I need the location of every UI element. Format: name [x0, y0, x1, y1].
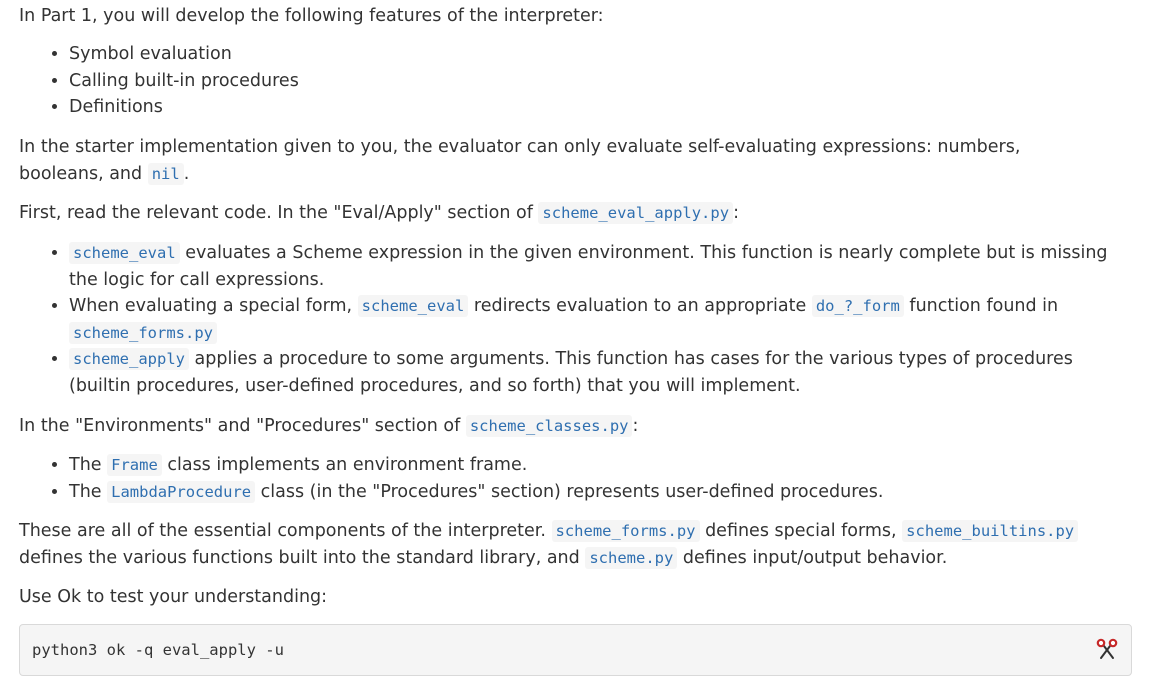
- ok-prompt: Use Ok to test your understanding:: [19, 587, 328, 607]
- list-item: Symbol evaluation: [69, 41, 1139, 68]
- code-frame: Frame: [107, 454, 162, 476]
- intro-paragraph: In Part 1, you will develop the followin…: [19, 6, 604, 26]
- code-scheme: scheme.py: [585, 546, 678, 569]
- code-scheme-classes: scheme_classes.py: [465, 415, 633, 437]
- features-list: Symbol evaluation Calling built-in proce…: [19, 41, 1139, 121]
- code-do-form: do_?_form: [811, 295, 904, 317]
- command-text[interactable]: python3 ok -q eval_apply -u: [32, 638, 284, 662]
- list-item: The LambdaProcedure class (in the "Proce…: [69, 479, 1139, 506]
- code-scheme-forms: scheme_forms.py: [69, 321, 217, 344]
- code-scheme-forms: scheme_forms.py: [551, 520, 700, 542]
- env-paragraph: In the "Environments" and "Procedures" s…: [19, 415, 639, 437]
- command-code-block: python3 ok -q eval_apply -u: [19, 624, 1132, 676]
- code-nil: nil: [147, 162, 184, 185]
- list-item: Definitions: [69, 94, 1139, 121]
- copy-button[interactable]: [1095, 638, 1119, 662]
- list-item: Calling built-in procedures: [69, 68, 1139, 95]
- code-scheme-eval: scheme_eval: [69, 242, 180, 264]
- list-item: scheme_apply applies a procedure to some…: [69, 346, 1139, 399]
- code-scheme-builtins: scheme_builtins.py: [902, 520, 1079, 542]
- starter-paragraph: In the starter implementation given to y…: [19, 137, 1021, 185]
- list-item: When evaluating a special form, scheme_e…: [69, 293, 1139, 346]
- document-page: In Part 1, you will develop the followin…: [0, 0, 1158, 689]
- code-scheme-eval-apply: scheme_eval_apply.py: [538, 202, 734, 224]
- eval-apply-list: scheme_eval evaluates a Scheme expressio…: [19, 240, 1139, 399]
- class-list: The Frame class implements an environmen…: [19, 452, 1139, 505]
- read-code-paragraph: First, read the relevant code. In the "E…: [19, 202, 739, 224]
- code-lambda-procedure: LambdaProcedure: [107, 480, 256, 503]
- scissors-icon: [1096, 638, 1118, 659]
- list-item: scheme_eval evaluates a Scheme expressio…: [69, 240, 1139, 293]
- list-item: The Frame class implements an environmen…: [69, 452, 1139, 479]
- code-scheme-apply: scheme_apply: [69, 348, 189, 370]
- code-scheme-eval: scheme_eval: [357, 295, 469, 317]
- components-paragraph: These are all of the essential component…: [19, 518, 1094, 571]
